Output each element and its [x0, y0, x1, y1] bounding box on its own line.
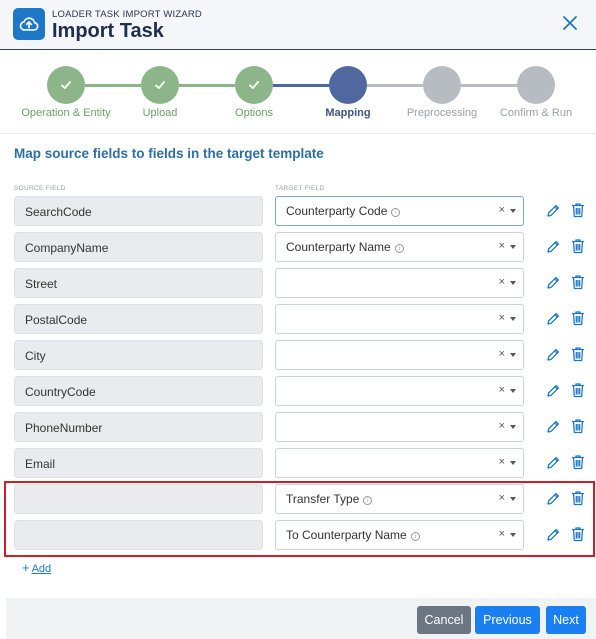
page-title: Import Task — [52, 20, 164, 42]
trash-icon[interactable] — [571, 382, 585, 398]
section-title: Map source fields to fields in the targe… — [14, 146, 324, 161]
next-button[interactable]: Next — [546, 606, 586, 634]
target-field-select[interactable]: × — [275, 376, 524, 406]
target-field-select[interactable]: × — [275, 268, 524, 298]
step-operation-entity[interactable] — [47, 66, 85, 104]
step-mapping[interactable] — [329, 66, 367, 104]
edit-pencil-icon[interactable] — [545, 383, 561, 399]
target-field-select[interactable]: × — [275, 340, 524, 370]
trash-icon[interactable] — [571, 274, 585, 290]
target-field-header: TARGET FIELD — [275, 185, 325, 192]
mapping-row: PhoneNumber × — [0, 412, 596, 442]
wizard-subtitle: LOADER TASK IMPORT WIZARD — [52, 9, 202, 20]
chevron-down-icon[interactable] — [510, 245, 516, 249]
checkmark-icon — [249, 81, 259, 89]
wizard-footer: Cancel Previous Next — [6, 598, 596, 639]
chevron-down-icon[interactable] — [510, 209, 516, 213]
trash-icon[interactable] — [571, 418, 585, 434]
trash-icon[interactable] — [571, 454, 585, 470]
trash-icon[interactable] — [571, 346, 585, 362]
step-preprocessing — [423, 66, 461, 104]
chevron-down-icon[interactable] — [510, 353, 516, 357]
info-icon: i — [391, 208, 401, 217]
source-field-header: SOURCE FIELD — [14, 185, 66, 192]
chevron-down-icon[interactable] — [510, 461, 516, 465]
wizard-header: LOADER TASK IMPORT WIZARD Import Task — [0, 0, 596, 50]
step-connector — [367, 84, 423, 87]
trash-icon[interactable] — [571, 238, 585, 254]
cloud-upload-icon — [13, 8, 45, 40]
mapping-row: PostalCode × — [0, 304, 596, 334]
source-field[interactable]: City — [14, 340, 263, 370]
clear-icon[interactable]: × — [499, 348, 505, 360]
plus-icon: + — [22, 560, 30, 575]
target-field-select[interactable]: × — [275, 448, 524, 478]
checkmark-icon — [155, 81, 165, 89]
target-field-value: Counterparty Name — [286, 240, 391, 254]
step-connector — [461, 84, 517, 87]
checkmark-icon — [61, 81, 71, 89]
edit-pencil-icon[interactable] — [545, 347, 561, 363]
mapping-row: CountryCode × — [0, 376, 596, 406]
step-label: Confirm & Run — [499, 107, 573, 119]
source-field[interactable]: SearchCode — [14, 196, 263, 226]
mapping-row: CompanyName Counterparty Name i × — [0, 232, 596, 262]
source-field[interactable]: Street — [14, 268, 263, 298]
edit-pencil-icon[interactable] — [545, 203, 561, 219]
target-field-value: Counterparty Code — [286, 204, 388, 218]
step-upload[interactable] — [141, 66, 179, 104]
mapping-row: City × — [0, 340, 596, 370]
highlight-box — [4, 481, 595, 557]
edit-pencil-icon[interactable] — [545, 419, 561, 435]
target-field-select[interactable]: × — [275, 412, 524, 442]
edit-pencil-icon[interactable] — [545, 239, 561, 255]
edit-pencil-icon[interactable] — [545, 311, 561, 327]
trash-icon[interactable] — [571, 202, 585, 218]
wizard-stepper: Operation & Entity Upload Options Mappin… — [0, 52, 596, 132]
step-connector — [273, 84, 329, 87]
edit-pencil-icon[interactable] — [545, 275, 561, 291]
clear-icon[interactable]: × — [499, 456, 505, 468]
source-field[interactable]: PhoneNumber — [14, 412, 263, 442]
chevron-down-icon[interactable] — [510, 389, 516, 393]
trash-icon[interactable] — [571, 310, 585, 326]
clear-icon[interactable]: × — [499, 240, 505, 252]
edit-pencil-icon[interactable] — [545, 455, 561, 471]
target-field-select[interactable]: Counterparty Code i × — [275, 196, 524, 226]
target-field-select[interactable]: Counterparty Name i × — [275, 232, 524, 262]
source-field[interactable]: PostalCode — [14, 304, 263, 334]
source-field[interactable]: CountryCode — [14, 376, 263, 406]
step-options[interactable] — [235, 66, 273, 104]
info-icon: i — [394, 244, 404, 253]
previous-button[interactable]: Previous — [475, 606, 540, 634]
clear-icon[interactable]: × — [499, 276, 505, 288]
source-field[interactable]: Email — [14, 448, 263, 478]
add-mapping-link[interactable]: + Add — [22, 560, 51, 575]
chevron-down-icon[interactable] — [510, 317, 516, 321]
chevron-down-icon[interactable] — [510, 281, 516, 285]
cancel-button[interactable]: Cancel — [417, 606, 471, 634]
divider — [0, 133, 596, 134]
mapping-row: Street × — [0, 268, 596, 298]
mapping-row: Email × — [0, 448, 596, 478]
clear-icon[interactable]: × — [499, 312, 505, 324]
clear-icon[interactable]: × — [499, 420, 505, 432]
clear-icon[interactable]: × — [499, 204, 505, 216]
step-connector — [85, 84, 141, 87]
step-confirm-run — [517, 66, 555, 104]
mapping-row: SearchCode Counterparty Code i × — [0, 196, 596, 226]
source-field[interactable]: CompanyName — [14, 232, 263, 262]
close-icon[interactable] — [558, 11, 582, 35]
add-link-label: Add — [31, 563, 52, 575]
target-field-select[interactable]: × — [275, 304, 524, 334]
chevron-down-icon[interactable] — [510, 425, 516, 429]
step-connector — [179, 84, 235, 87]
clear-icon[interactable]: × — [499, 384, 505, 396]
